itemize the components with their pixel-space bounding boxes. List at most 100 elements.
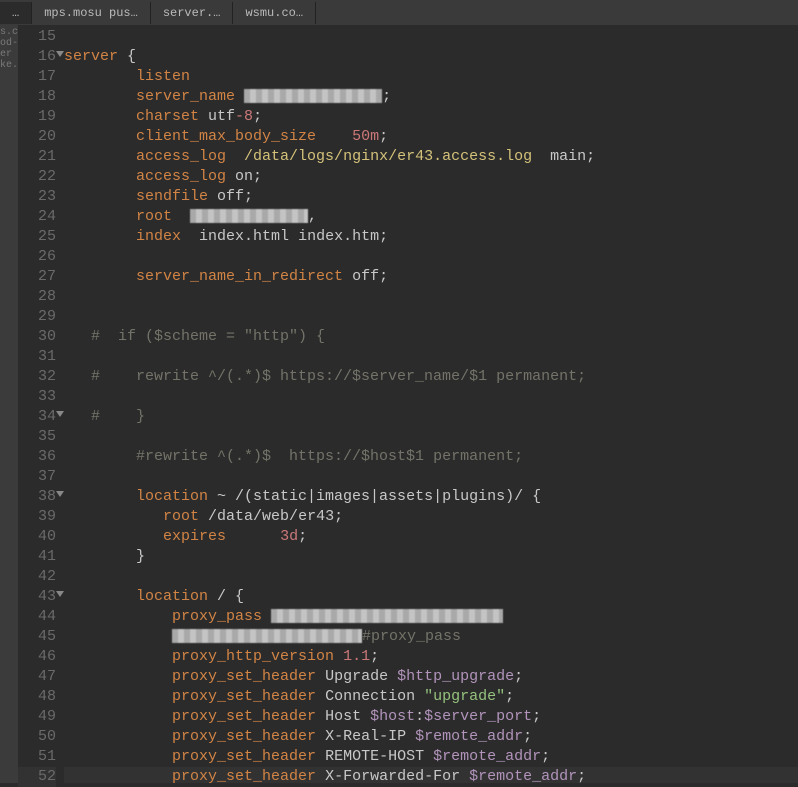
line-number: 43	[18, 587, 56, 607]
line-number: 48	[18, 687, 56, 707]
code-area[interactable]: server { listen server_name ; charset ut…	[64, 25, 798, 783]
tab-label: wsmu.co…	[245, 6, 303, 20]
line-number: 31	[18, 347, 56, 367]
code-line[interactable]: location ~ /(static|images|assets|plugin…	[64, 487, 798, 507]
redacted-text	[244, 89, 382, 103]
tab-3[interactable]: server.…	[151, 2, 234, 24]
tab-label: mps.mosu pus…	[44, 6, 138, 20]
line-number: 46	[18, 647, 56, 667]
line-number: 21	[18, 147, 56, 167]
line-number: 52	[18, 767, 56, 787]
line-number: 16	[18, 47, 56, 67]
redacted-text	[190, 209, 308, 223]
line-number: 28	[18, 287, 56, 307]
redacted-text	[271, 609, 503, 623]
tab-label: …	[12, 6, 19, 20]
code-line[interactable]: client_max_body_size 50m;	[64, 127, 798, 147]
tab-4[interactable]: wsmu.co…	[233, 2, 316, 24]
code-line[interactable]: proxy_set_header Upgrade $http_upgrade;	[64, 667, 798, 687]
line-number: 32	[18, 367, 56, 387]
code-line[interactable]: expires 3d;	[64, 527, 798, 547]
line-number: 40	[18, 527, 56, 547]
side-panel-text: s.c	[0, 27, 18, 38]
code-line[interactable]: proxy_pass	[64, 607, 798, 627]
code-line[interactable]: proxy_set_header X-Forwarded-For $remote…	[64, 767, 798, 783]
line-number: 35	[18, 427, 56, 447]
code-line[interactable]	[64, 27, 798, 47]
code-line[interactable]: listen	[64, 67, 798, 87]
code-line[interactable]: }	[64, 547, 798, 567]
side-panel-text: ke.	[0, 60, 18, 71]
line-number: 20	[18, 127, 56, 147]
code-line[interactable]	[64, 247, 798, 267]
code-line[interactable]: # if ($scheme = "http") {	[64, 327, 798, 347]
tab-bar: … mps.mosu pus… server.… wsmu.co…	[0, 0, 798, 25]
line-number: 34	[18, 407, 56, 427]
line-number: 30	[18, 327, 56, 347]
line-number: 27	[18, 267, 56, 287]
code-line[interactable]: access_log on;	[64, 167, 798, 187]
code-line[interactable]: #rewrite ^(.*)$ https://$host$1 permanen…	[64, 447, 798, 467]
code-line[interactable]	[64, 307, 798, 327]
code-line[interactable]	[64, 347, 798, 367]
line-number: 23	[18, 187, 56, 207]
line-number: 50	[18, 727, 56, 747]
code-line[interactable]: #proxy_pass	[64, 627, 798, 647]
code-line[interactable]: # rewrite ^/(.*)$ https://$server_name/$…	[64, 367, 798, 387]
line-number: 45	[18, 627, 56, 647]
code-line[interactable]: root /data/web/er43;	[64, 507, 798, 527]
code-line[interactable]: root ,	[64, 207, 798, 227]
line-number: 18	[18, 87, 56, 107]
line-number: 41	[18, 547, 56, 567]
redacted-text	[172, 629, 362, 643]
code-line[interactable]	[64, 387, 798, 407]
line-number: 24	[18, 207, 56, 227]
line-number: 42	[18, 567, 56, 587]
line-number: 19	[18, 107, 56, 127]
line-number: 33	[18, 387, 56, 407]
code-line[interactable]: proxy_set_header Host $host:$server_port…	[64, 707, 798, 727]
code-line[interactable]: sendfile off;	[64, 187, 798, 207]
line-number: 44	[18, 607, 56, 627]
code-line[interactable]	[64, 287, 798, 307]
tab-2[interactable]: mps.mosu pus…	[32, 2, 151, 24]
line-number: 38	[18, 487, 56, 507]
fold-caret-icon[interactable]	[56, 591, 64, 597]
code-line[interactable]: server_name ;	[64, 87, 798, 107]
line-number: 29	[18, 307, 56, 327]
code-editor[interactable]: 1516171819202122232425262728293031323334…	[18, 25, 798, 783]
side-panel-text: od-	[0, 38, 18, 49]
code-line[interactable]: proxy_set_header X-Real-IP $remote_addr;	[64, 727, 798, 747]
code-line[interactable]: access_log /data/logs/nginx/er43.access.…	[64, 147, 798, 167]
code-line[interactable]: charset utf-8;	[64, 107, 798, 127]
fold-caret-icon[interactable]	[56, 51, 64, 57]
code-line[interactable]: proxy_set_header REMOTE-HOST $remote_add…	[64, 747, 798, 767]
side-panel-sliver: s.c od- er ke.	[0, 25, 18, 783]
line-number: 15	[18, 27, 56, 47]
code-line[interactable]: server_name_in_redirect off;	[64, 267, 798, 287]
line-number: 37	[18, 467, 56, 487]
line-number: 47	[18, 667, 56, 687]
line-number: 39	[18, 507, 56, 527]
fold-caret-icon[interactable]	[56, 491, 64, 497]
code-line[interactable]	[64, 567, 798, 587]
line-number: 36	[18, 447, 56, 467]
code-line[interactable]: location / {	[64, 587, 798, 607]
line-number: 22	[18, 167, 56, 187]
code-line[interactable]: proxy_set_header Connection "upgrade";	[64, 687, 798, 707]
line-number-gutter: 1516171819202122232425262728293031323334…	[18, 25, 64, 783]
tab-active[interactable]: …	[0, 2, 32, 24]
code-line[interactable]: server {	[64, 47, 798, 67]
fold-caret-icon[interactable]	[56, 411, 64, 417]
tab-label: server.…	[163, 6, 221, 20]
code-line[interactable]: # }	[64, 407, 798, 427]
line-number: 25	[18, 227, 56, 247]
side-panel-text: er	[0, 49, 18, 60]
code-line[interactable]: index index.html index.htm;	[64, 227, 798, 247]
code-line[interactable]	[64, 467, 798, 487]
line-number: 26	[18, 247, 56, 267]
code-line[interactable]	[64, 427, 798, 447]
line-number: 49	[18, 707, 56, 727]
line-number: 17	[18, 67, 56, 87]
code-line[interactable]: proxy_http_version 1.1;	[64, 647, 798, 667]
